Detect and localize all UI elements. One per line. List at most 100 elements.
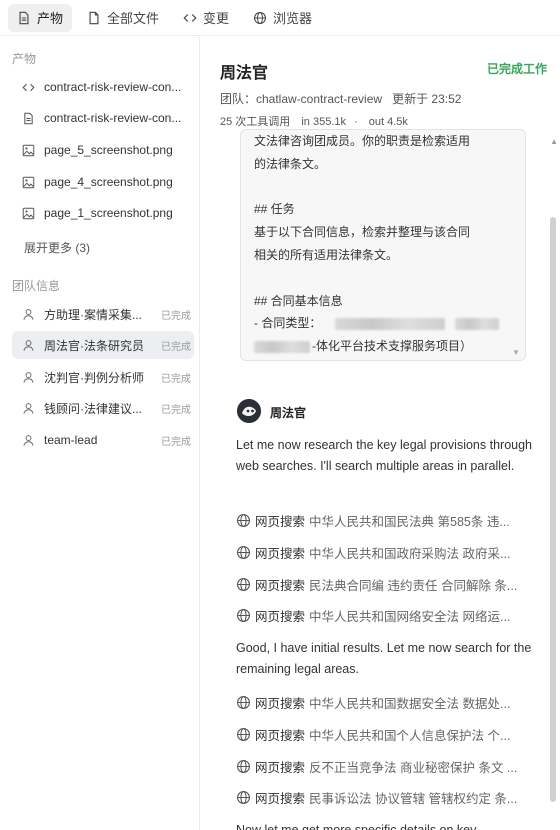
- user-icon: [23, 339, 34, 351]
- search-label: 网页搜索: [255, 791, 306, 806]
- prompt-scroll-down-arrow[interactable]: ▼: [512, 348, 520, 357]
- scrollbar-thumb[interactable]: [550, 217, 556, 802]
- agent-name: 周法官: [270, 406, 307, 420]
- web-search-item[interactable]: 网页搜索 反不正当竞争法 商业秘密保护 条文 ...: [236, 756, 526, 776]
- team-section-title: 团队信息: [12, 279, 61, 293]
- artifacts-section-title: 产物: [12, 52, 37, 66]
- web-search-item[interactable]: 网页搜索 中华人民共和国民法典 第585条 违...: [236, 510, 526, 530]
- search-label: 网页搜索: [255, 514, 306, 529]
- file-item[interactable]: page_1_screenshot.png: [12, 199, 194, 227]
- tab-all-files[interactable]: 全部文件: [78, 4, 168, 32]
- agent-title: 周法官: [220, 65, 269, 82]
- web-search-item[interactable]: 网页搜索 民法典合同编 违约责任 合同解除 条...: [236, 574, 526, 594]
- member-name: 方助理·案情采集...: [44, 307, 142, 322]
- prompt-line: ## 合同基本信息: [254, 293, 343, 308]
- user-icon: [23, 434, 34, 446]
- member-status: 已完成: [161, 310, 191, 322]
- prompt-line-blank: [254, 267, 504, 290]
- team-member-item[interactable]: team-lead 已完成: [12, 426, 194, 454]
- member-status: 已完成: [161, 373, 191, 385]
- prompt-line: ## 任务: [254, 202, 295, 217]
- meta-line: 团队：chatlaw-contract-review 更新于 23:52: [220, 90, 461, 107]
- search-query: 民法典合同编 违约责任 合同解除 条...: [309, 578, 518, 593]
- file-icon: [24, 112, 33, 124]
- file-name: page_5_screenshot.png: [44, 143, 173, 157]
- member-name: 周法官·法条研究员: [44, 338, 144, 353]
- globe-icon: [237, 545, 250, 559]
- search-query: 中华人民共和国网络安全法 网络运...: [309, 609, 511, 624]
- tab-label: 产物: [37, 11, 64, 26]
- prompt-line: 基于以下合同信息，检索并整理与该合同: [254, 225, 471, 240]
- tokens-out: out 4.5k: [368, 116, 408, 128]
- file-item[interactable]: page_5_screenshot.png: [12, 136, 194, 164]
- image-icon: [22, 176, 35, 188]
- agent-avatar-icon: [237, 399, 261, 423]
- prompt-line: 的法律条文。: [254, 156, 327, 171]
- file-name: page_4_screenshot.png: [44, 175, 173, 189]
- redacted-block: [254, 341, 310, 353]
- updated-time: 更新于 23:52: [392, 92, 462, 106]
- file-name: contract-risk-review-con...: [44, 80, 182, 94]
- prompt-text-box[interactable]: 文法律咨询团成员。你的职责是检索适用 的法律条文。 ## 任务 基于以下合同信息…: [240, 129, 526, 361]
- globe-icon: [254, 11, 267, 24]
- tab-artifacts[interactable]: 产物: [8, 3, 73, 32]
- tool-call-count: 25 次工具调用: [220, 116, 291, 128]
- prompt-line: 文法律咨询团成员。你的职责是检索适用: [254, 134, 471, 148]
- sidebar: 产物 contract-risk-review-con... contract-…: [0, 37, 200, 830]
- team-member-item[interactable]: 方助理·案情采集... 已完成: [12, 300, 194, 328]
- globe-icon: [237, 513, 250, 527]
- file-icon: [89, 11, 99, 24]
- globe-icon: [237, 695, 250, 709]
- user-icon: [23, 308, 34, 320]
- token-separator: ·: [354, 116, 358, 128]
- member-name: team-lead: [44, 433, 98, 447]
- search-query: 中华人民共和国政府采购法 政府采...: [309, 546, 511, 561]
- web-search-item[interactable]: 网页搜索 中华人民共和国个人信息保护法 个...: [236, 724, 526, 744]
- search-query: 中华人民共和国数据安全法 数据处...: [309, 696, 511, 711]
- file-item[interactable]: contract-risk-review-con...: [12, 104, 194, 132]
- usage-line: 25 次工具调用 in 355.1k · out 4.5k: [220, 113, 416, 129]
- search-label: 网页搜索: [255, 728, 306, 743]
- search-label: 网页搜索: [255, 546, 306, 561]
- prompt-line-contract-name: -体化平台技术支撑服务项目）: [254, 335, 504, 358]
- globe-icon: [237, 727, 250, 741]
- prompt-line-contract-type: - 合同类型：: [254, 312, 504, 335]
- redacted-block: [335, 318, 446, 331]
- user-icon: [23, 371, 34, 383]
- globe-icon: [237, 577, 250, 591]
- tab-changes[interactable]: 变更: [174, 4, 238, 32]
- web-search-item[interactable]: 网页搜索 中华人民共和国政府采购法 政府采...: [236, 542, 526, 562]
- member-status: 已完成: [161, 436, 191, 448]
- message-paragraph: Let me now research the key legal provis…: [236, 438, 532, 473]
- code-icon: [183, 13, 197, 22]
- search-label: 网页搜索: [255, 578, 306, 593]
- team-member-item[interactable]: 周法官·法条研究员 已完成: [12, 331, 194, 359]
- file-item[interactable]: contract-risk-review-con...: [12, 73, 194, 101]
- search-query: 民事诉讼法 协议管辖 管辖权约定 条...: [309, 791, 518, 806]
- search-query: 中华人民共和国个人信息保护法 个...: [309, 728, 511, 743]
- file-item[interactable]: page_4_screenshot.png: [12, 168, 194, 196]
- web-search-item[interactable]: 网页搜索 民事诉讼法 协议管辖 管辖权约定 条...: [236, 787, 526, 807]
- prompt-content: 文法律咨询团成员。你的职责是检索适用 的法律条文。 ## 任务 基于以下合同信息…: [254, 130, 504, 358]
- search-query: 反不正当竞争法 商业秘密保护 条文 ...: [309, 760, 518, 775]
- tab-label: 全部文件: [107, 11, 160, 26]
- search-label: 网页搜索: [255, 696, 306, 711]
- search-label: 网页搜索: [255, 760, 306, 775]
- tab-browser[interactable]: 浏览器: [244, 4, 321, 32]
- prompt-line: 相关的所有适用法律条文。: [254, 247, 399, 262]
- avatar: [237, 399, 261, 423]
- expand-more-link[interactable]: 展开更多 (3): [24, 239, 90, 256]
- code-icon: [22, 83, 35, 91]
- web-search-item[interactable]: 网页搜索 中华人民共和国网络安全法 网络运...: [236, 605, 526, 625]
- search-label: 网页搜索: [255, 609, 306, 624]
- team-member-item[interactable]: 沈判官·判例分析师 已完成: [12, 363, 194, 391]
- redacted-block: [455, 318, 500, 331]
- team-member-item[interactable]: 钱顾问·法律建议... 已完成: [12, 394, 194, 422]
- web-search-item[interactable]: 网页搜索 中华人民共和国数据安全法 数据处...: [236, 692, 526, 712]
- file-icon: [19, 11, 29, 24]
- image-icon: [22, 207, 35, 219]
- message-paragraph: Now let me get more specific details on …: [236, 823, 477, 830]
- top-tab-bar: 产物 全部文件 变更 浏览器: [0, 0, 560, 36]
- scroll-up-arrow[interactable]: ▲: [550, 137, 558, 146]
- contract-type-label: - 合同类型：: [254, 316, 322, 331]
